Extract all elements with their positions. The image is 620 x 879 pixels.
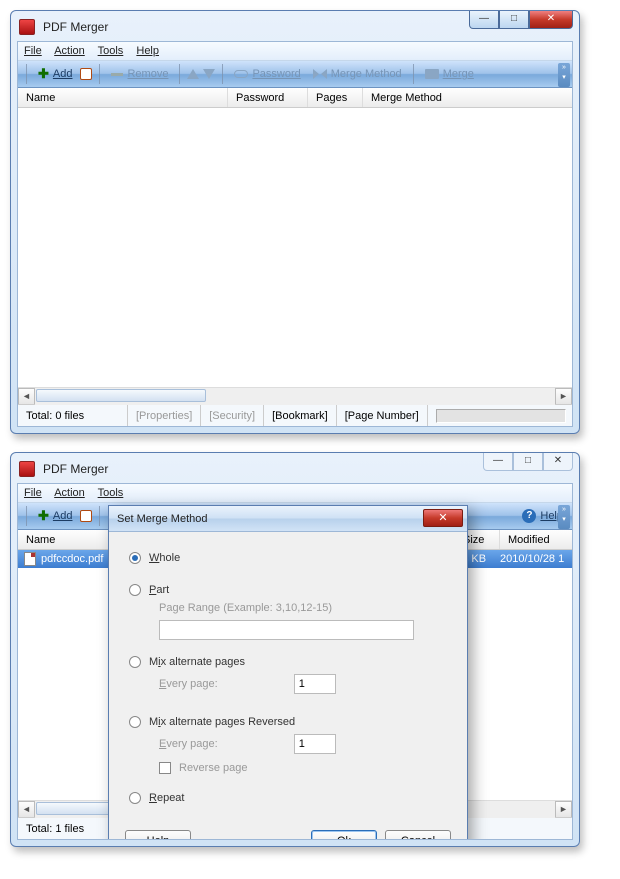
scroll-left-button[interactable]: ◄ bbox=[18, 801, 35, 818]
app-icon bbox=[19, 461, 35, 477]
status-bar: Total: 0 files [Properties] [Security] [… bbox=[18, 404, 572, 426]
label-repeat: Repeat bbox=[149, 792, 184, 804]
every-page-label-2: Every page: bbox=[159, 738, 218, 750]
merge-icon bbox=[425, 69, 439, 79]
option-whole[interactable]: Whole bbox=[129, 552, 447, 564]
maximize-button[interactable]: □ bbox=[513, 453, 543, 471]
window-controls: — □ ✕ bbox=[483, 453, 573, 471]
main-window-empty: PDF Merger — □ ✕ File Action Tools Help … bbox=[10, 10, 580, 434]
dialog-titlebar[interactable]: Set Merge Method ✕ bbox=[109, 506, 467, 532]
key-icon bbox=[234, 70, 248, 78]
status-grip bbox=[436, 409, 566, 423]
label-whole: Whole bbox=[149, 552, 180, 564]
scroll-right-button[interactable]: ► bbox=[555, 388, 572, 405]
dialog-cancel-button[interactable]: Cancel bbox=[385, 830, 451, 840]
menu-action[interactable]: Action bbox=[54, 487, 85, 499]
radio-mix[interactable] bbox=[129, 656, 141, 668]
page-range-hint: Page Range (Example: 3,10,12-15) bbox=[159, 602, 447, 614]
page-range-input[interactable] bbox=[159, 620, 414, 640]
checkbox-reverse-page[interactable] bbox=[159, 762, 171, 774]
help-icon: ? bbox=[522, 509, 536, 523]
column-password[interactable]: Password bbox=[228, 88, 308, 107]
password-button[interactable]: Password bbox=[230, 66, 304, 82]
every-page-label-1: Every page: bbox=[159, 678, 218, 690]
close-button[interactable]: ✕ bbox=[543, 453, 573, 471]
close-button[interactable]: ✕ bbox=[529, 11, 573, 29]
label-reverse-page: Reverse page bbox=[179, 762, 248, 774]
window-title: PDF Merger bbox=[43, 462, 108, 476]
column-merge-method[interactable]: Merge Method bbox=[363, 88, 572, 107]
every-page-input-1[interactable] bbox=[294, 674, 336, 694]
toolbar-overflow-button[interactable]: »▾ bbox=[558, 63, 570, 87]
menubar: File Action Tools bbox=[18, 484, 572, 503]
option-mix-reversed[interactable]: Mix alternate pages Reversed bbox=[129, 716, 447, 728]
scroll-track[interactable] bbox=[35, 388, 555, 405]
add-button[interactable]: ✚Add bbox=[34, 64, 76, 84]
status-security[interactable]: [Security] bbox=[201, 405, 264, 426]
toolbar-overflow-button[interactable]: »▾ bbox=[558, 505, 570, 529]
menu-file[interactable]: File bbox=[24, 45, 42, 57]
status-total: Total: 0 files bbox=[18, 405, 128, 426]
add-folder-icon[interactable] bbox=[80, 68, 92, 80]
minus-icon bbox=[111, 73, 123, 76]
radio-mix-reversed[interactable] bbox=[129, 716, 141, 728]
column-pages[interactable]: Pages bbox=[308, 88, 363, 107]
merge-method-button[interactable]: Merge Method bbox=[309, 66, 406, 82]
window-controls: — □ ✕ bbox=[469, 11, 573, 29]
scroll-thumb[interactable] bbox=[36, 389, 206, 402]
option-mix[interactable]: Mix alternate pages bbox=[129, 656, 447, 668]
minimize-button[interactable]: — bbox=[469, 11, 499, 29]
minimize-button[interactable]: — bbox=[483, 453, 513, 471]
set-merge-method-dialog: Set Merge Method ✕ Whole Part Page Range… bbox=[108, 505, 468, 840]
every-page-input-2[interactable] bbox=[294, 734, 336, 754]
menu-tools[interactable]: Tools bbox=[98, 45, 124, 57]
menubar: File Action Tools Help bbox=[18, 42, 572, 61]
status-properties[interactable]: [Properties] bbox=[128, 405, 201, 426]
menu-help[interactable]: Help bbox=[136, 45, 159, 57]
pdf-file-icon bbox=[24, 552, 36, 566]
move-down-button[interactable] bbox=[203, 69, 215, 79]
option-repeat[interactable]: Repeat bbox=[129, 792, 447, 804]
column-name[interactable]: Name bbox=[18, 88, 228, 107]
dialog-body: Whole Part Page Range (Example: 3,10,12-… bbox=[109, 532, 467, 820]
dialog-ok-button[interactable]: Ok bbox=[311, 830, 377, 840]
plus-icon: ✚ bbox=[38, 508, 49, 524]
status-page-number[interactable]: [Page Number] bbox=[337, 405, 428, 426]
window-title: PDF Merger bbox=[43, 20, 108, 34]
dialog-button-row: Help Ok Cancel bbox=[109, 820, 467, 840]
column-headers: Name Password Pages Merge Method bbox=[18, 88, 572, 108]
plus-icon: ✚ bbox=[38, 66, 49, 82]
menu-action[interactable]: Action bbox=[54, 45, 85, 57]
toolbar: ✚Add Remove Password Merge Method Merge … bbox=[18, 61, 572, 88]
file-list[interactable] bbox=[18, 108, 572, 387]
merge-button[interactable]: Merge bbox=[421, 66, 478, 82]
main-window-with-file: PDF Merger — □ ✕ File Action Tools ✚Add … bbox=[10, 452, 580, 847]
remove-button[interactable]: Remove bbox=[107, 66, 172, 82]
label-mix-reversed: Mix alternate pages Reversed bbox=[149, 716, 295, 728]
menu-file[interactable]: File bbox=[24, 487, 42, 499]
radio-part[interactable] bbox=[129, 584, 141, 596]
label-mix: Mix alternate pages bbox=[149, 656, 245, 668]
radio-whole[interactable] bbox=[129, 552, 141, 564]
file-modified-cell: 2010/10/28 1 bbox=[500, 553, 572, 565]
radio-repeat[interactable] bbox=[129, 792, 141, 804]
status-bookmark[interactable]: [Bookmark] bbox=[264, 405, 337, 426]
add-folder-icon[interactable] bbox=[80, 510, 92, 522]
label-part: Part bbox=[149, 584, 169, 596]
scroll-right-button[interactable]: ► bbox=[555, 801, 572, 818]
option-part[interactable]: Part bbox=[129, 584, 447, 596]
merge-method-icon bbox=[313, 69, 327, 79]
add-button[interactable]: ✚Add bbox=[34, 506, 76, 526]
move-up-button[interactable] bbox=[187, 69, 199, 79]
app-icon bbox=[19, 19, 35, 35]
scroll-left-button[interactable]: ◄ bbox=[18, 388, 35, 405]
dialog-help-button[interactable]: Help bbox=[125, 830, 191, 840]
horizontal-scrollbar[interactable]: ◄ ► bbox=[18, 387, 572, 404]
dialog-title: Set Merge Method bbox=[117, 513, 208, 525]
menu-tools[interactable]: Tools bbox=[98, 487, 124, 499]
maximize-button[interactable]: □ bbox=[499, 11, 529, 29]
dialog-close-button[interactable]: ✕ bbox=[423, 509, 463, 527]
column-modified[interactable]: Modified bbox=[500, 530, 572, 549]
